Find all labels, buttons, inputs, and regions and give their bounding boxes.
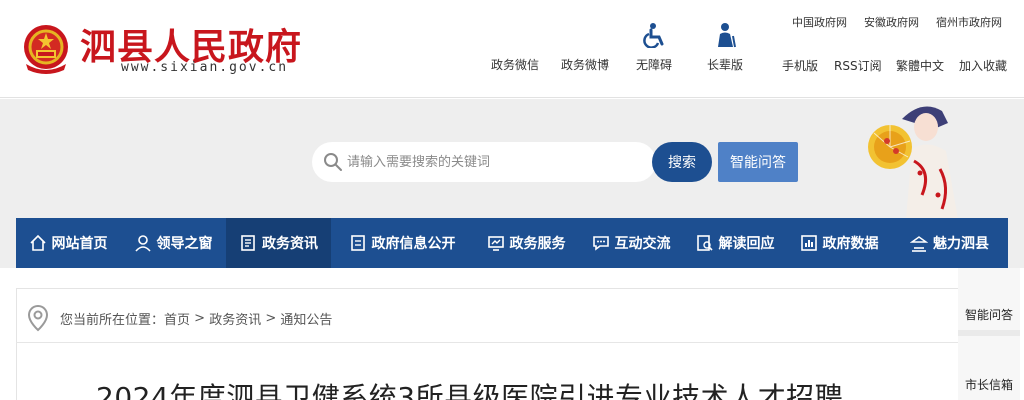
- site-header: 泗县人民政府 www.sixian.gov.cn 政务微信 政务微博 无障碍 长…: [0, 0, 1024, 98]
- nav-item-gov-data[interactable]: 政府数据: [787, 218, 891, 268]
- service-icon: [487, 236, 504, 251]
- breadcrumb: 您当前所在位置： 首页 > 政务资讯 > 通知公告: [26, 304, 332, 332]
- link-ah-gov[interactable]: 安徽政府网: [864, 14, 919, 30]
- wechat-icon: [500, 22, 526, 48]
- breadcrumb-separator: >: [261, 310, 281, 326]
- article-title: 2024年度泗县卫健系统3所县级医院引进专业技术人才招聘: [96, 381, 844, 400]
- nav-label: 解读回应: [718, 236, 775, 252]
- nav-item-charm[interactable]: 魅力泗县: [891, 218, 1008, 268]
- breadcrumb-separator: >: [190, 310, 210, 326]
- main-nav: 网站首页 领导之窗 政务资讯 政府信息公开 政务服务 互动交流 解读回应 政府数…: [16, 218, 1008, 268]
- nav-item-services[interactable]: 政务服务: [473, 218, 579, 268]
- quick-link-label: 政务微博: [561, 58, 610, 72]
- nav-item-news[interactable]: 政务资讯: [226, 218, 331, 268]
- nav-item-interpretation[interactable]: 解读回应: [683, 218, 787, 268]
- nav-item-interaction[interactable]: 互动交流: [579, 218, 683, 268]
- search-input[interactable]: [347, 148, 647, 176]
- breadcrumb-notice[interactable]: 通知公告: [280, 309, 332, 328]
- chart-icon: [800, 235, 817, 251]
- quick-link-label: 政务微信: [491, 58, 540, 72]
- link-rss[interactable]: RSS订阅: [834, 57, 882, 74]
- search-icon: [324, 153, 342, 171]
- nav-label: 政务资讯: [262, 236, 318, 252]
- landmark-icon: [910, 236, 928, 252]
- nav-label: 政府数据: [822, 236, 879, 252]
- weibo-icon: [572, 22, 598, 48]
- link-suzhou-gov[interactable]: 宿州市政府网: [936, 14, 1002, 30]
- nav-label: 互动交流: [614, 236, 671, 252]
- divider: [16, 342, 958, 343]
- nav-item-leaders[interactable]: 领导之窗: [120, 218, 226, 268]
- quick-link-label: 长辈版: [707, 58, 744, 72]
- nav-item-gov-info[interactable]: 政府信息公开: [331, 218, 473, 268]
- quick-link-label: 无障碍: [636, 58, 673, 72]
- link-traditional[interactable]: 繁體中文: [896, 57, 944, 74]
- document-icon: [350, 235, 365, 251]
- breadcrumb-home[interactable]: 首页: [164, 309, 190, 328]
- breadcrumb-news[interactable]: 政务资讯: [209, 309, 261, 328]
- news-icon: [241, 235, 255, 251]
- link-favorite[interactable]: 加入收藏: [959, 57, 1007, 74]
- accessibility-icon: [643, 23, 664, 48]
- nav-label: 魅力泗县: [933, 236, 989, 252]
- search-doc-icon: [696, 235, 713, 251]
- nav-label: 网站首页: [51, 236, 108, 252]
- home-icon: [29, 234, 46, 251]
- national-emblem-icon[interactable]: [20, 22, 72, 76]
- side-ai-qa-button[interactable]: 智能问答: [958, 268, 1020, 330]
- link-gov-cn[interactable]: 中国政府网: [792, 14, 847, 30]
- search-button[interactable]: 搜索: [652, 142, 712, 182]
- nav-label: 领导之窗: [156, 236, 213, 252]
- link-mobile[interactable]: 手机版: [782, 57, 818, 74]
- ai-qa-button[interactable]: 智能问答: [718, 142, 798, 182]
- user-icon: [134, 235, 151, 252]
- side-mayor-mailbox-button[interactable]: 市长信箱: [958, 336, 1020, 400]
- site-url: www.sixian.gov.cn: [121, 60, 289, 75]
- location-pin-icon: [27, 304, 49, 332]
- nav-item-home[interactable]: 网站首页: [16, 218, 120, 268]
- nav-label: 政府信息公开: [371, 236, 456, 252]
- chat-icon: [592, 236, 609, 251]
- breadcrumb-prefix: 您当前所在位置：: [60, 312, 165, 328]
- opera-figure-decoration: [868, 106, 958, 219]
- nav-label: 政务服务: [509, 236, 566, 252]
- elderly-icon: [718, 23, 736, 48]
